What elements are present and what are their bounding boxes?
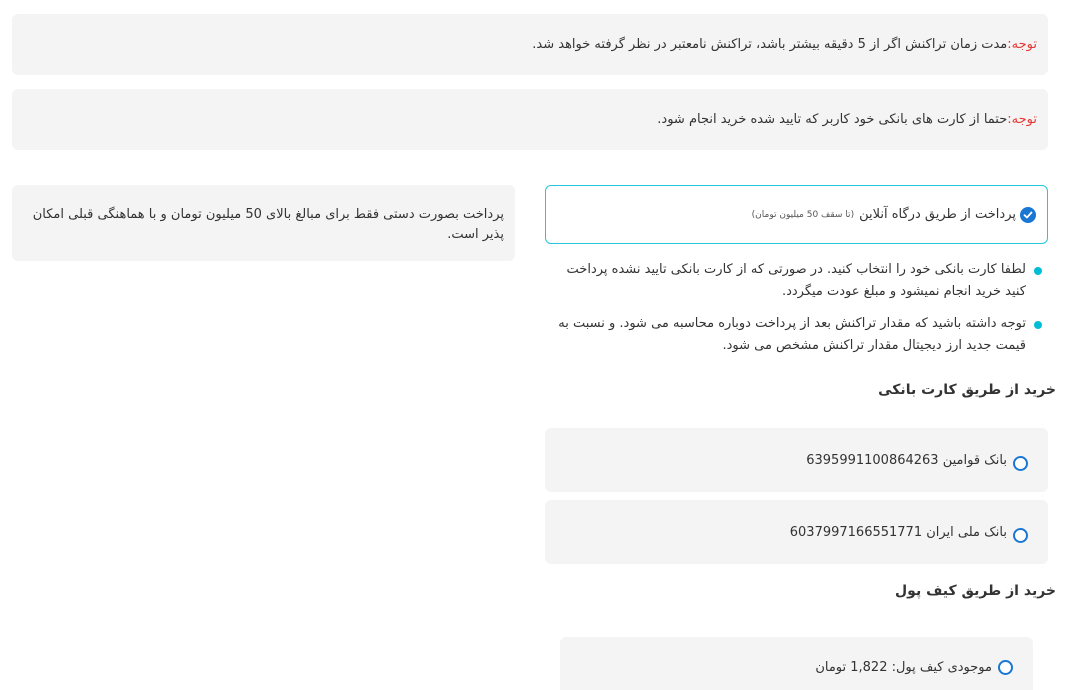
notice-verified-card: توجه: حتما از کارت های بانکی خود کاربر ک… [12, 89, 1048, 150]
wallet-option[interactable]: موجودی کیف پول: 1,822 تومان [560, 637, 1033, 690]
online-gateway-label: پرداخت از طریق درگاه آنلاین [859, 207, 1016, 222]
bank-card-option-ghavamin[interactable]: بانک قوامین 6395991100864263 [545, 428, 1048, 492]
bank-card-option-melli[interactable]: بانک ملی ایران 6037997166551771 [545, 500, 1048, 564]
radio-icon[interactable] [1013, 455, 1028, 471]
bullet-text: لطفا کارت بانکی خود را انتخاب کنید. در ص… [566, 262, 1026, 299]
notice-label: توجه: [1007, 37, 1037, 52]
bank-card-section-title: خرید از طریق کارت بانکی [878, 382, 1056, 398]
list-item: لطفا کارت بانکی خود را انتخاب کنید. در ص… [545, 259, 1042, 303]
list-item: توجه داشته باشید که مقدار تراکنش بعد از … [545, 313, 1042, 357]
radio-icon[interactable] [1013, 527, 1028, 543]
bank-card-label: بانک قوامین 6395991100864263 [806, 452, 1007, 468]
checked-icon [1020, 206, 1036, 223]
instructions-list: لطفا کارت بانکی خود را انتخاب کنید. در ص… [545, 259, 1042, 367]
manual-payment-info: پرداخت بصورت دستی فقط برای مبالغ بالای 5… [12, 185, 515, 261]
bullet-icon [1034, 321, 1042, 329]
notice-text: حتما از کارت های بانکی خود کاربر که تایی… [657, 112, 1008, 127]
manual-payment-text: پرداخت بصورت دستی فقط برای مبالغ بالای 5… [32, 207, 504, 242]
wallet-balance-label: موجودی کیف پول: 1,822 تومان [815, 659, 992, 675]
bullet-text: توجه داشته باشید که مقدار تراکنش بعد از … [558, 316, 1026, 353]
radio-icon[interactable] [998, 659, 1013, 675]
online-gateway-note: (تا سقف 50 میلیون تومان) [751, 209, 855, 220]
bank-card-label: بانک ملی ایران 6037997166551771 [789, 524, 1007, 540]
notice-label: توجه: [1007, 112, 1037, 127]
bullet-icon [1034, 267, 1042, 275]
wallet-section-title: خرید از طریق کیف پول [895, 583, 1056, 599]
notice-text: مدت زمان تراکنش اگر از 5 دقیقه بیشتر باش… [532, 37, 1008, 52]
notice-transaction-time: توجه: مدت زمان تراکنش اگر از 5 دقیقه بیش… [12, 14, 1048, 75]
online-gateway-option[interactable]: پرداخت از طریق درگاه آنلاین (تا سقف 50 م… [545, 185, 1048, 244]
